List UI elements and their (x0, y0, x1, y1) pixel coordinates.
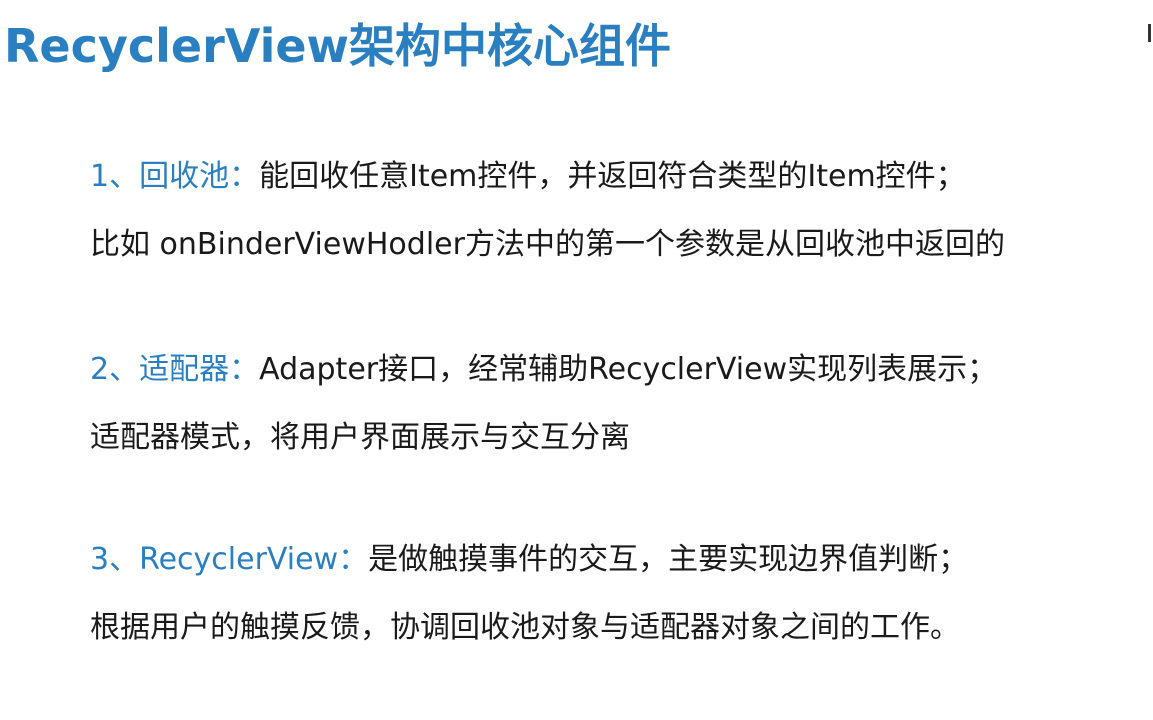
item-label: 2、适配器： (90, 352, 260, 387)
item-text: 是做触摸事件的交互，主要实现边界值判断； (368, 542, 969, 577)
item-heading-line: 3、RecyclerView：是做触摸事件的交互，主要实现边界值判断； (90, 541, 968, 579)
list-item-recycle-pool: 1、回收池：能回收任意Item控件，并返回符合类型的Item控件； 比如 onB… (90, 158, 1005, 264)
item-label: 3、RecyclerView： (90, 542, 369, 577)
item-detail: 适配器模式，将用户界面展示与交互分离 (90, 420, 630, 455)
item-detail: 比如 onBinderViewHodler方法中的第一个参数是从回收池中返回的 (90, 227, 1005, 262)
item-label: 1、回收池： (90, 159, 260, 194)
item-detail: 根据用户的触摸反馈，协调回收池对象与适配器对象之间的工作。 (90, 610, 960, 645)
slide-title: RecyclerView架构中核心组件 (4, 19, 672, 73)
item-text: 能回收任意Item控件，并返回符合类型的Item控件； (259, 159, 966, 194)
item-heading-line: 1、回收池：能回收任意Item控件，并返回符合类型的Item控件； (90, 158, 1005, 196)
list-item-adapter: 2、适配器：Adapter接口，经常辅助RecyclerView实现列表展示； … (90, 351, 997, 457)
edge-marker (1148, 24, 1151, 42)
item-heading-line: 2、适配器：Adapter接口，经常辅助RecyclerView实现列表展示； (90, 351, 997, 389)
list-item-recyclerview: 3、RecyclerView：是做触摸事件的交互，主要实现边界值判断； 根据用户… (90, 541, 968, 647)
item-text: Adapter接口，经常辅助RecyclerView实现列表展示； (259, 352, 998, 387)
